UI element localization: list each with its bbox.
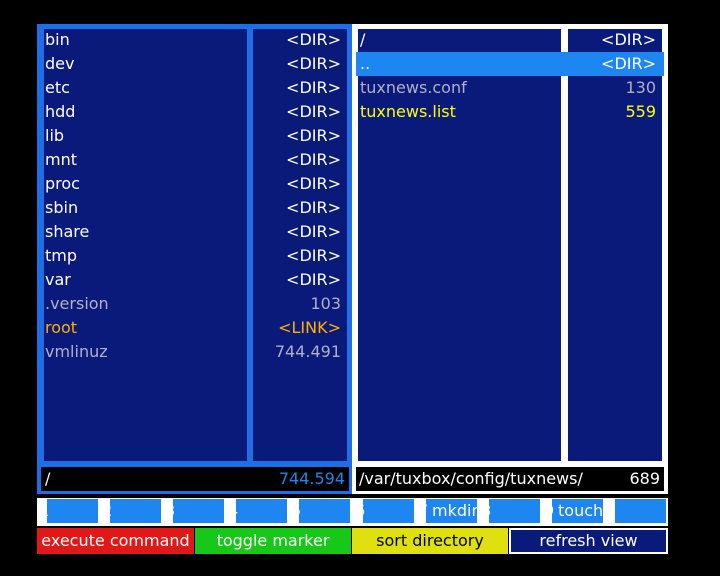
file-entry[interactable]: root <LINK> bbox=[41, 316, 349, 340]
left-path-bar: / 744.594 bbox=[41, 467, 349, 491]
file-size: <DIR> bbox=[286, 222, 341, 241]
file-name: vmlinuz bbox=[45, 342, 108, 361]
function-key-6[interactable] bbox=[363, 499, 414, 523]
file-name: sbin bbox=[45, 198, 79, 217]
file-size: <DIR> bbox=[286, 150, 341, 169]
right-total-size: 689 bbox=[629, 469, 660, 488]
file-size: <DIR> bbox=[286, 54, 341, 73]
file-entry[interactable]: proc <DIR> bbox=[41, 172, 349, 196]
file-name: dev bbox=[45, 54, 75, 73]
file-size: 130 bbox=[625, 78, 656, 97]
file-name: hdd bbox=[45, 102, 76, 121]
function-key-5[interactable] bbox=[299, 499, 350, 523]
file-name: tuxnews.conf bbox=[360, 78, 467, 97]
file-size: <DIR> bbox=[601, 54, 656, 73]
function-key-1[interactable] bbox=[47, 499, 98, 523]
file-size: <DIR> bbox=[286, 198, 341, 217]
file-name: proc bbox=[45, 174, 80, 193]
file-entry[interactable]: dev <DIR> bbox=[41, 52, 349, 76]
function-key-number: 5 bbox=[291, 501, 302, 520]
red-button-execute-command[interactable]: execute command bbox=[37, 528, 194, 554]
right-file-list[interactable]: / <DIR>.. <DIR> tuxnews.conf 130 tuxnews.list… bbox=[356, 28, 664, 464]
file-name: tuxnews.list bbox=[360, 102, 456, 121]
function-key-number: 7 bbox=[418, 501, 429, 520]
file-name: / bbox=[360, 30, 366, 49]
file-size: <DIR> bbox=[601, 30, 656, 49]
file-name: root bbox=[45, 318, 78, 337]
blue-button-refresh-view[interactable]: refresh view bbox=[509, 528, 668, 554]
file-name: var bbox=[45, 270, 71, 289]
file-entry[interactable]: bin <DIR> bbox=[41, 28, 349, 52]
file-entry[interactable]: var <DIR> bbox=[41, 268, 349, 292]
file-entry[interactable]: hdd <DIR> bbox=[41, 100, 349, 124]
function-key-8[interactable] bbox=[489, 499, 540, 523]
function-key-number: 2 bbox=[102, 501, 113, 520]
file-entry[interactable]: sbin <DIR> bbox=[41, 196, 349, 220]
function-key-number: 6 bbox=[355, 501, 366, 520]
file-entry[interactable]: vmlinuz 744.491 bbox=[41, 340, 349, 364]
yellow-button-sort-directory[interactable]: sort directory bbox=[352, 528, 508, 554]
function-key-number: 9 bbox=[544, 501, 555, 520]
right-path-bar: /var/tuxbox/config/tuxnews/ 689 bbox=[356, 467, 664, 491]
file-entry[interactable]: lib <DIR> bbox=[41, 124, 349, 148]
file-size: <DIR> bbox=[286, 78, 341, 97]
file-entry[interactable]: etc <DIR> bbox=[41, 76, 349, 100]
file-name: lib bbox=[45, 126, 65, 145]
file-size: 744.491 bbox=[274, 342, 341, 361]
file-name: tmp bbox=[45, 246, 78, 265]
function-key-3[interactable] bbox=[173, 499, 224, 523]
function-key-number: 1 bbox=[39, 501, 50, 520]
file-entry[interactable]: share <DIR> bbox=[41, 220, 349, 244]
function-key-label: touch bbox=[558, 501, 604, 520]
function-key-2[interactable] bbox=[110, 499, 161, 523]
file-name: .. bbox=[360, 54, 371, 73]
file-name: share bbox=[45, 222, 90, 241]
file-entry[interactable]: .version 103 bbox=[41, 292, 349, 316]
file-size: 559 bbox=[625, 102, 656, 121]
file-entry[interactable]: tuxnews.list 559 bbox=[356, 100, 664, 124]
file-entry[interactable]: / <DIR> bbox=[356, 28, 664, 52]
left-file-list[interactable]: bin <DIR> dev <DIR> etc <DIR> hdd <DIR> lib <DIR>… bbox=[41, 28, 349, 464]
function-key-bar: 1 2 3 4 5 6 7 mkdir 8 9 touch bbox=[37, 498, 668, 526]
file-entry[interactable]: .. <DIR> bbox=[356, 52, 664, 76]
function-key-number: 4 bbox=[228, 501, 239, 520]
file-size: <DIR> bbox=[286, 270, 341, 289]
file-name: etc bbox=[45, 78, 70, 97]
right-path: /var/tuxbox/config/tuxnews/ bbox=[359, 469, 583, 488]
file-size: <DIR> bbox=[286, 174, 341, 193]
function-key-label: mkdir bbox=[432, 501, 479, 520]
file-size: <DIR> bbox=[286, 246, 341, 265]
function-key-number: 3 bbox=[165, 501, 176, 520]
file-size: 103 bbox=[310, 294, 341, 313]
file-name: .version bbox=[45, 294, 109, 313]
file-entry[interactable]: tuxnews.conf 130 bbox=[356, 76, 664, 100]
file-size: <DIR> bbox=[286, 126, 341, 145]
file-entry[interactable]: mnt <DIR> bbox=[41, 148, 349, 172]
function-key-number: 8 bbox=[481, 501, 492, 520]
function-key-4[interactable] bbox=[236, 499, 287, 523]
left-total-size: 744.594 bbox=[278, 469, 345, 488]
file-size: <DIR> bbox=[286, 30, 341, 49]
file-entry[interactable]: tmp <DIR> bbox=[41, 244, 349, 268]
green-button-toggle-marker[interactable]: toggle marker bbox=[195, 528, 351, 554]
file-size: <DIR> bbox=[286, 102, 341, 121]
left-path: / bbox=[45, 469, 51, 488]
function-key-blank[interactable] bbox=[615, 499, 666, 523]
file-name: mnt bbox=[45, 150, 77, 169]
file-name: bin bbox=[45, 30, 70, 49]
file-size: <LINK> bbox=[278, 318, 341, 337]
